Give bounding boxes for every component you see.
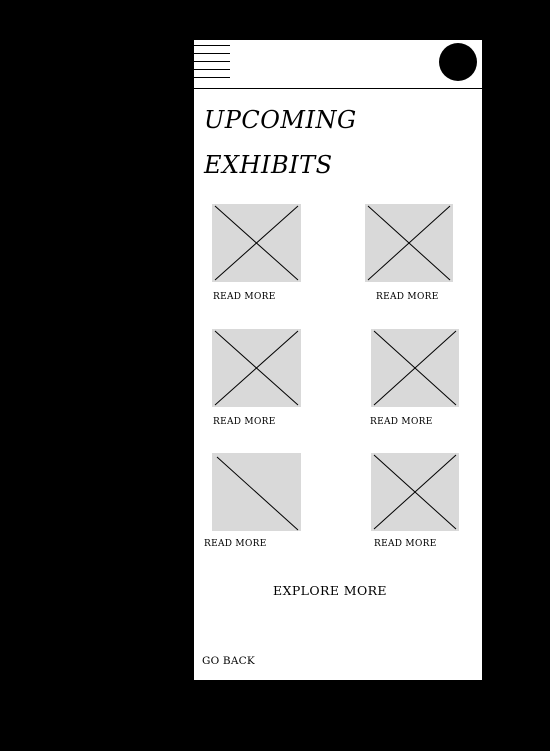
exhibit-card[interactable]: READ MORE [365, 204, 465, 314]
exhibit-card[interactable]: READ MORE [204, 453, 304, 563]
exhibit-card[interactable]: READ MORE [370, 329, 470, 439]
go-back-button[interactable]: GO BACK [202, 655, 255, 667]
hamburger-menu-icon[interactable] [194, 45, 230, 79]
page-title-line-1: UPCOMING [204, 106, 357, 134]
read-more-link[interactable]: READ MORE [374, 539, 437, 549]
exhibit-image-placeholder [365, 204, 453, 282]
explore-more-button[interactable]: EXPLORE MORE [194, 583, 466, 598]
read-more-link[interactable]: READ MORE [213, 417, 276, 427]
header-divider [194, 88, 482, 89]
read-more-link[interactable]: READ MORE [204, 539, 267, 549]
page-title-line-2: EXHIBITS [204, 151, 333, 179]
exhibit-card[interactable]: READ MORE [211, 329, 311, 439]
top-header [194, 40, 482, 89]
avatar[interactable] [439, 43, 477, 81]
exhibit-card[interactable]: READ MORE [211, 204, 311, 314]
exhibit-image-placeholder [212, 329, 301, 407]
page-title: UPCOMING EXHIBITS [204, 98, 404, 188]
exhibit-image-placeholder [212, 453, 301, 531]
exhibit-image-placeholder [212, 204, 301, 282]
exhibit-image-placeholder [371, 453, 459, 531]
exhibit-card[interactable]: READ MORE [371, 453, 471, 563]
phone-screen: UPCOMING EXHIBITS READ MORE READ MORE RE… [194, 40, 482, 680]
read-more-link[interactable]: READ MORE [213, 292, 276, 302]
read-more-link[interactable]: READ MORE [370, 417, 433, 427]
exhibit-image-placeholder [371, 329, 459, 407]
read-more-link[interactable]: READ MORE [376, 292, 439, 302]
